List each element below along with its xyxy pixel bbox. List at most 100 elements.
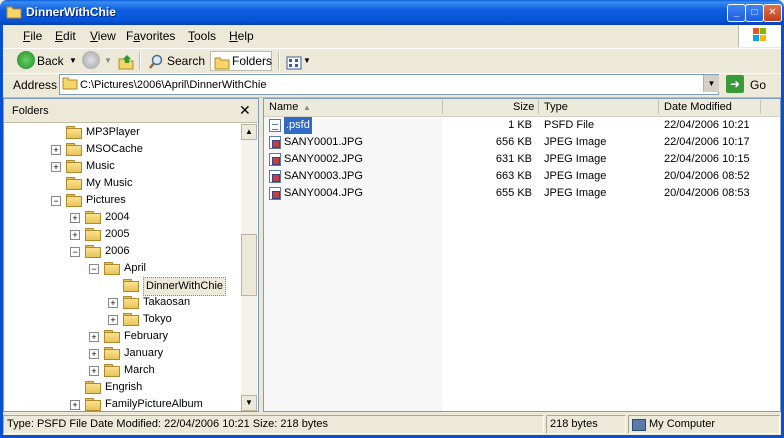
back-arrow-icon [17,51,35,69]
tree-item-label: MP3Player [86,126,140,138]
expand-icon[interactable]: + [70,230,80,240]
column-type[interactable]: Type [544,101,568,113]
file-date-modified: 22/04/2006 10:15 [664,153,750,165]
close-button[interactable]: ✕ [763,4,782,22]
status-info: Type: PSFD File Date Modified: 22/04/200… [3,415,544,434]
forward-button[interactable] [82,51,100,69]
go-button[interactable]: Go [750,78,766,92]
expand-icon[interactable]: + [51,162,61,172]
menu-tools[interactable]: Tools [188,29,216,43]
tree-item-label: Pictures [86,194,126,206]
tree-item-label: Takaosan [143,296,191,308]
menu-file[interactable]: File [23,29,42,43]
status-zone-label: My Computer [649,418,716,430]
file-type: JPEG Image [544,136,607,148]
column-size[interactable]: Size [513,101,534,113]
folder-icon [123,279,139,292]
tree-item-label: 2005 [105,228,130,240]
tree-item-label: Engrish [105,381,143,393]
folder-icon [85,228,101,241]
column-date-modified[interactable]: Date Modified [664,101,732,113]
folder-icon [85,398,101,411]
table-row[interactable]: SANY0002.JPG 631 KB JPEG Image 22/04/2006 1… [264,151,780,168]
file-size: 631 KB [495,153,532,165]
back-button[interactable]: Back [37,51,64,71]
column-name[interactable]: Name [269,101,298,113]
file-name: SANY0003.JPG [284,170,363,182]
collapse-icon[interactable]: − [89,264,99,274]
menu-help[interactable]: Help [229,29,254,43]
folder-icon [104,262,120,275]
back-dropdown-icon[interactable]: ▼ [69,51,77,71]
folders-scrollbar[interactable]: ▲ ▼ [241,124,257,411]
menu-favorites[interactable]: Favorites [126,29,175,43]
tree-item-label: MSOCache [86,143,143,155]
menu-bar: File Edit View Favorites Tools Help [3,25,738,47]
minimize-button[interactable]: _ [727,4,746,22]
file-type: PSFD File [544,119,595,131]
file-size: 656 KB [495,136,532,148]
folder-icon [123,313,139,326]
menu-view[interactable]: View [90,29,116,43]
tree-item-label: January [124,347,164,359]
collapse-icon[interactable]: − [51,196,61,206]
up-folder-icon[interactable] [118,52,134,72]
psfd-file-icon [269,119,281,132]
address-value: C:\Pictures\2006\April\DinnerWithChie [80,79,267,91]
address-label: Address [13,78,58,92]
expand-icon[interactable]: + [70,213,80,223]
folder-icon [85,211,101,224]
jpeg-file-icon [269,187,281,200]
collapse-icon[interactable]: − [70,247,80,257]
expand-icon[interactable]: + [89,349,99,359]
expand-icon[interactable]: + [89,366,99,376]
toolbar: Back ▼ ▼ Search Folders ▼ [3,48,781,74]
address-dropdown-button[interactable]: ▼ [703,75,719,92]
views-dropdown-icon[interactable]: ▼ [303,51,311,71]
file-size: 663 KB [495,170,532,182]
scroll-down-icon[interactable]: ▼ [241,395,257,411]
search-button[interactable]: Search [167,51,205,71]
forward-dropdown-icon[interactable]: ▼ [104,51,112,71]
folder-icon [123,296,139,309]
folder-icon [85,381,101,394]
windows-logo [738,25,781,47]
expand-icon[interactable]: + [108,315,118,325]
table-row[interactable]: SANY0004.JPG 655 KB JPEG Image 20/04/2006 0… [264,185,780,202]
expand-icon[interactable]: + [89,332,99,342]
table-row[interactable]: .psfd 1 KB PSFD File 22/04/2006 10:21 [264,117,780,134]
title-bar[interactable] [0,0,784,25]
expand-icon[interactable]: + [70,400,80,410]
file-date-modified: 20/04/2006 08:52 [664,170,750,182]
file-date-modified: 20/04/2006 08:53 [664,187,750,199]
tree-item-label: FamilyPictureAlbum [105,398,203,410]
folder-icon [104,330,120,343]
table-row[interactable]: SANY0003.JPG 663 KB JPEG Image 20/04/2006 0… [264,168,780,185]
menu-edit[interactable]: Edit [55,29,76,43]
scroll-thumb[interactable] [241,234,257,296]
go-arrow-icon[interactable]: ➜ [726,75,744,93]
file-date-modified: 22/04/2006 10:17 [664,136,750,148]
tree-item-label: Music [86,160,115,172]
file-name: SANY0004.JPG [284,187,363,199]
tree-item-label: My Music [86,177,133,189]
scroll-up-icon[interactable]: ▲ [241,124,257,140]
maximize-button[interactable]: □ [745,4,764,22]
windows-flag-icon [753,28,766,41]
file-name: SANY0001.JPG [284,136,363,148]
status-zone: My Computer [628,415,780,434]
folder-icon [66,126,82,139]
table-row[interactable]: SANY0001.JPG 656 KB JPEG Image 22/04/2006 1… [264,134,780,151]
folders-pane-title: Folders [12,105,49,117]
tree-item-label: April [124,262,147,274]
folders-button-label: Folders [232,54,273,68]
tree-item-label: 2004 [105,211,130,223]
expand-icon[interactable]: + [51,145,61,155]
views-icon[interactable] [286,53,302,73]
file-size: 655 KB [495,187,532,199]
address-folder-icon [62,77,78,90]
sort-ascending-icon: ▲ [303,103,311,112]
folders-pane-close-icon[interactable]: ✕ [239,102,251,119]
expand-icon[interactable]: + [108,298,118,308]
folder-icon [104,347,120,360]
